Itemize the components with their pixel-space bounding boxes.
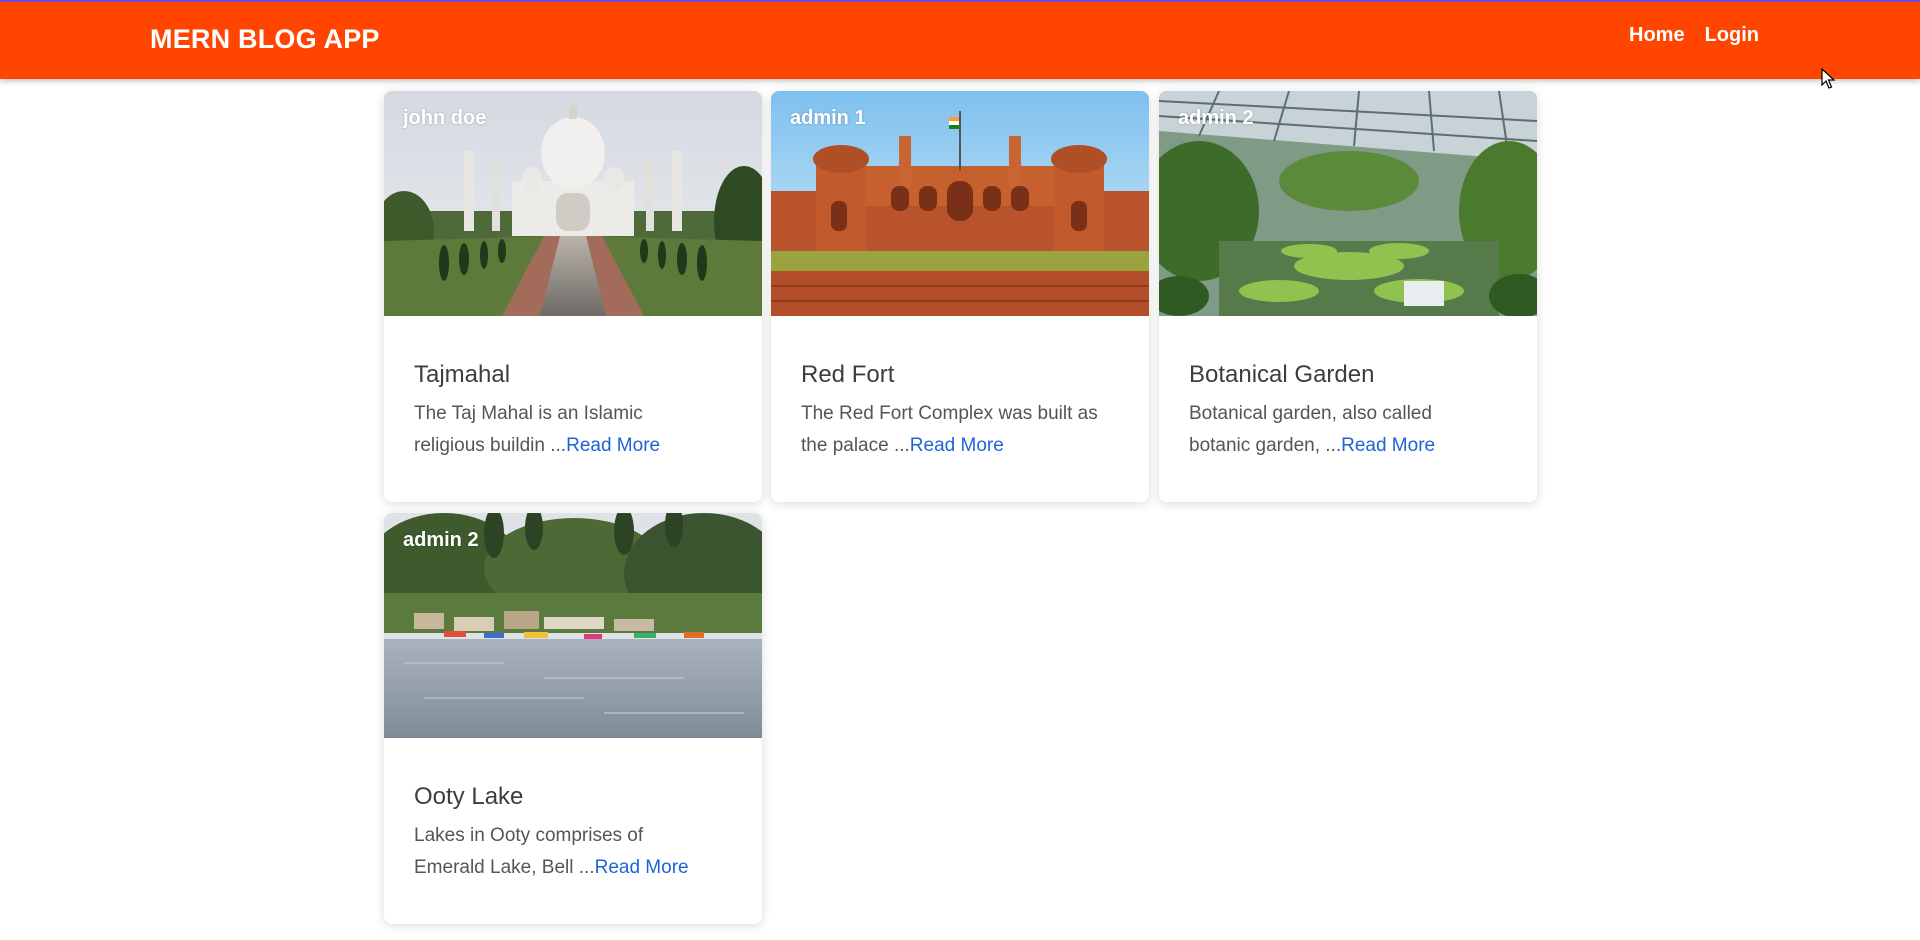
mouse-cursor-icon (1821, 68, 1836, 89)
post-card[interactable]: admin 2 Botanical Garden Botanical garde… (1159, 91, 1537, 502)
post-image-botanical-garden[interactable]: admin 2 (1159, 91, 1537, 316)
post-excerpt: The Taj Mahal is an Islamic religious bui… (414, 398, 744, 462)
post-excerpt-line: botanic garden, ... (1189, 435, 1342, 456)
post-card[interactable]: admin 1 Red Fort The Red Fort Complex wa… (771, 91, 1149, 502)
post-excerpt-line: the palace ... (801, 435, 910, 456)
post-card[interactable]: john doe Tajmahal The Taj Mahal is an Is… (384, 91, 762, 502)
nav-home-link[interactable]: Home (1629, 24, 1685, 47)
post-author: admin 2 (1178, 107, 1254, 129)
post-excerpt: Botanical garden, also called botanic gar… (1189, 398, 1519, 462)
post-author: admin 1 (790, 107, 866, 129)
read-more-link[interactable]: Read More (910, 435, 1004, 456)
post-excerpt-line: Lakes in Ooty comprises of (414, 825, 644, 846)
post-author: admin 2 (403, 529, 479, 551)
post-excerpt-line: The Red Fort Complex was built as (801, 403, 1098, 424)
nav-links: Home Login (1629, 24, 1759, 47)
post-excerpt-line: Emerald Lake, Bell ... (414, 857, 595, 878)
post-title: Botanical Garden (1189, 361, 1375, 388)
post-excerpt-line: The Taj Mahal is an Islamic (414, 403, 643, 424)
read-more-link[interactable]: Read More (595, 857, 689, 878)
post-image-taj-mahal[interactable]: john doe (384, 91, 762, 316)
post-card[interactable]: admin 2 Ooty Lake Lakes in Ooty comprise… (384, 513, 762, 924)
post-author: john doe (403, 107, 487, 129)
post-title: Ooty Lake (414, 783, 524, 810)
post-excerpt: Lakes in Ooty comprises of Emerald Lake, … (414, 820, 744, 884)
navbar: MERN BLOG APP Home Login (0, 0, 1920, 79)
read-more-link[interactable]: Read More (1341, 435, 1435, 456)
post-image-red-fort[interactable]: admin 1 (771, 91, 1149, 316)
post-excerpt-line: Botanical garden, also called (1189, 403, 1432, 424)
post-title: Tajmahal (414, 361, 511, 388)
post-excerpt: The Red Fort Complex was built as the pal… (801, 398, 1131, 462)
nav-login-link[interactable]: Login (1705, 24, 1759, 47)
post-title: Red Fort (801, 361, 895, 388)
post-image-ooty-lake[interactable]: admin 2 (384, 513, 762, 738)
read-more-link[interactable]: Read More (566, 435, 660, 456)
post-excerpt-line: religious buildin ... (414, 435, 567, 456)
brand-logo[interactable]: MERN BLOG APP (150, 24, 380, 55)
